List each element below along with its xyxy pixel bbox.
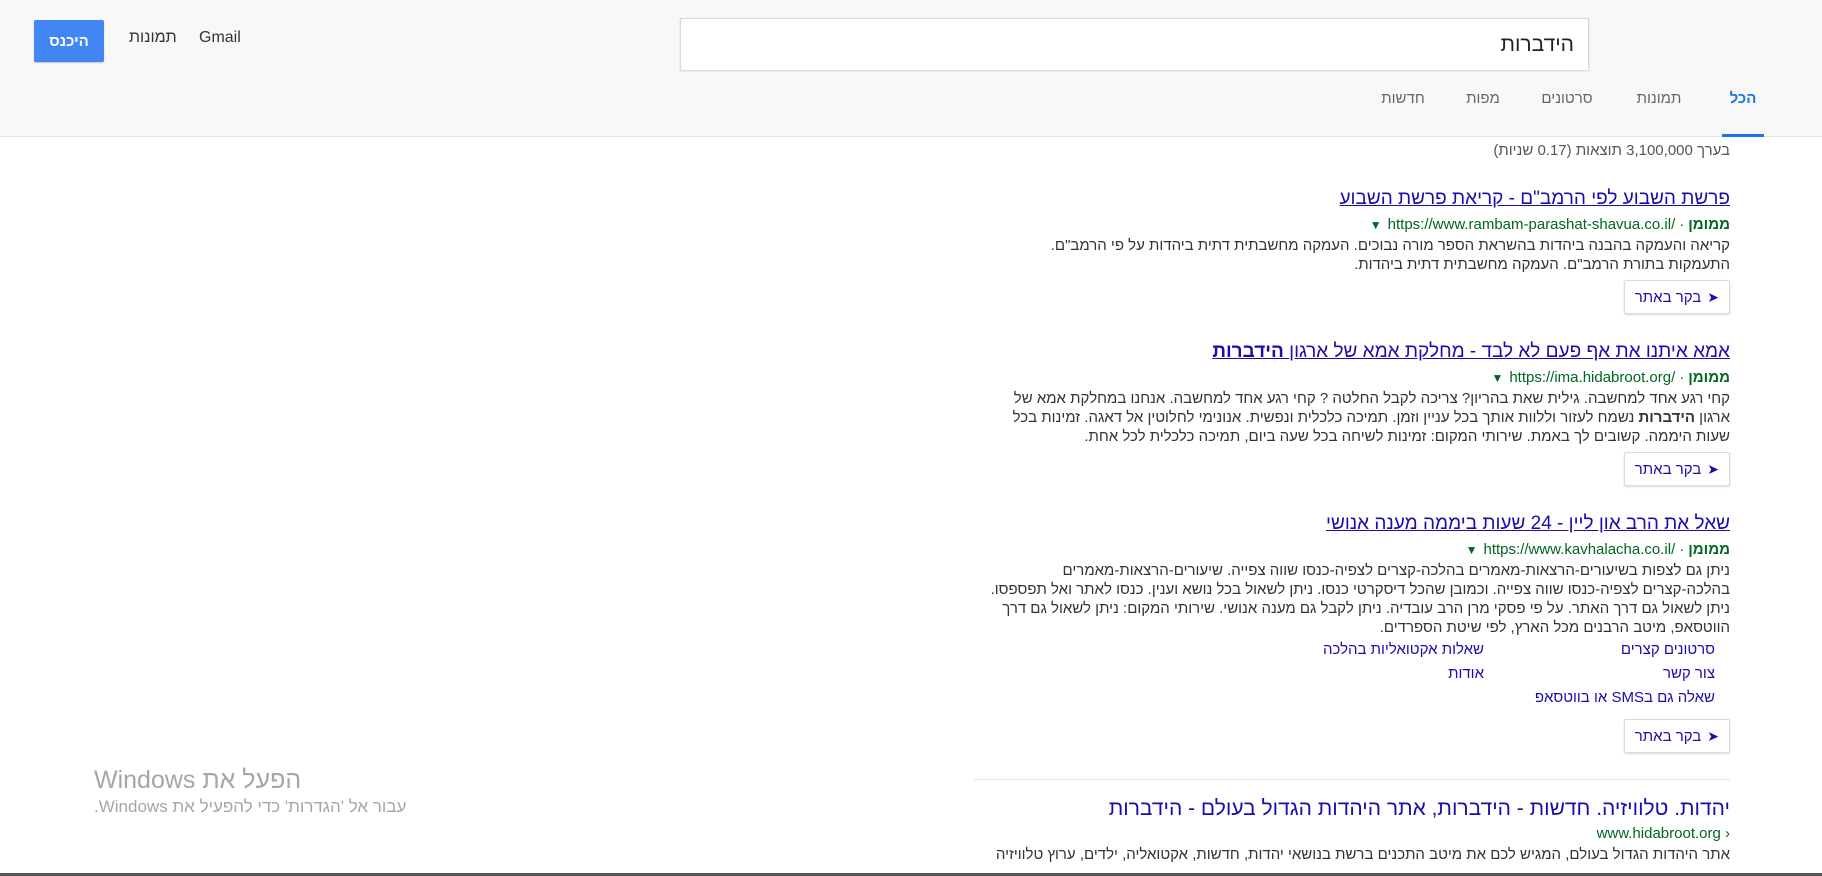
tab-maps[interactable]: מפות (1466, 74, 1500, 134)
result-title-link[interactable]: אמא איתנו את אף פעם לא לבד - מחלקת אמא ש… (970, 341, 1730, 363)
images-link[interactable]: תמונות (129, 29, 177, 47)
tab-all[interactable]: הכל (1722, 74, 1764, 137)
result-stats: בערך 3,100,000 תוצאות (0.17 שניות) (1493, 142, 1730, 159)
arrow-icon: ➤ (1707, 727, 1719, 744)
result-url-line: ממומן·https://ima.hidabroot.org/▼ (970, 369, 1730, 386)
result-title-link[interactable]: פרשת השבוע לפי הרמב"ם - קריאת פרשת השבוע (970, 188, 1730, 210)
visit-site-label: בקר באתר (1634, 727, 1702, 745)
watermark-subtitle: עבור אל 'הגדרות' כדי להפעיל את Windows. (94, 797, 407, 816)
sitelink[interactable]: אודות (1448, 665, 1484, 682)
header-bar: היכנס תמונות Gmail הכל תמונות סרטונים מפ… (0, 0, 1822, 137)
visit-site-label: בקר באתר (1634, 288, 1702, 306)
result-title-link[interactable]: שאל את הרב און ליין - 24 שעות ביממה מענה… (970, 513, 1730, 535)
result-url-text: www.hidabroot.org › (1596, 825, 1730, 842)
result-url: https://www.kavhalacha.co.il/ (1483, 541, 1676, 558)
result-snippet: אתר היהדות הגדול בעולם, המגיש לכם את מיט… (995, 846, 1730, 863)
sitelink[interactable]: סרטונים קצרים (1621, 641, 1715, 658)
snippet-line: התעמקות בתורת הרמב"ם. העמקה מחשבתית דתית… (1354, 256, 1730, 273)
visit-site-button[interactable]: ➤ בקר באתר (1623, 280, 1730, 314)
result-url-line: ממומן·https://www.kavhalacha.co.il/▼ (970, 541, 1730, 558)
snippet-line: ניתן לשאול גם דרך האתר. על פי פסקי מרן ה… (1002, 600, 1730, 617)
tab-images[interactable]: תמונות (1636, 74, 1682, 134)
organic-result: יהדות. טלוויזיה. חדשות - הידברות, אתר הי… (970, 797, 1730, 864)
ad-label: ממומן (1688, 369, 1730, 386)
ad-label: ממומן (1688, 216, 1730, 233)
snippet-text: ארגון (1695, 409, 1730, 426)
result-url: https://www.rambam-parashat-shavua.co.il… (1387, 216, 1676, 233)
result-snippet: קחי רגע אחד למחשבה. גילית שאת בהריון? צר… (970, 389, 1730, 446)
dropdown-caret-icon[interactable]: ▼ (1466, 543, 1484, 557)
result-url: https://ima.hidabroot.org/ (1509, 369, 1676, 386)
dropdown-caret-icon[interactable]: ▼ (1491, 371, 1509, 385)
divider (974, 779, 1730, 780)
arrow-icon: ➤ (1707, 460, 1719, 477)
ad-result: שאל את הרב און ליין - 24 שעות ביממה מענה… (970, 513, 1730, 753)
snippet-line: קחי רגע אחד למחשבה. גילית שאת בהריון? צר… (1013, 390, 1730, 407)
ad-label: ממומן (1688, 541, 1730, 558)
snippet-line: קריאה והעמקה בהבנה ביהדות בהשראת הספר מו… (1050, 237, 1730, 254)
separator-dot: · (1679, 541, 1685, 558)
snippet-bold-text: הידברות (1638, 409, 1695, 426)
sitelink[interactable]: שאלה גם בSMS או בווטסאפ (1535, 689, 1715, 706)
sitelink[interactable]: צור קשר (1663, 665, 1715, 682)
result-snippet: קריאה והעמקה בהבנה ביהדות בהשראת הספר מו… (970, 236, 1730, 274)
ad-result: פרשת השבוע לפי הרמב"ם - קריאת פרשת השבוע… (970, 188, 1730, 314)
windows-activation-watermark: הפעל את Windows עבור אל 'הגדרות' כדי להפ… (94, 766, 406, 817)
snippet-line: ניתן גם לצפות בשיעורים-הרצאות-מאמרים בהל… (1062, 562, 1730, 579)
sitelinks: סרטונים קצרים שאלות אקטואליות בהלכה צור … (970, 641, 1730, 713)
result-snippet: ניתן גם לצפות בשיעורים-הרצאות-מאמרים בהל… (970, 561, 1730, 637)
visit-site-button[interactable]: ➤ בקר באתר (1623, 452, 1730, 486)
title-bold-text: הידברות (1212, 341, 1284, 362)
gmail-link[interactable]: Gmail (199, 29, 241, 47)
title-text: אמא איתנו את אף פעם לא לבד - מחלקת אמא ש… (1283, 341, 1730, 362)
sitelink[interactable]: שאלות אקטואליות בהלכה (1323, 641, 1484, 658)
result-url-line: ממומן·https://www.rambam-parashat-shavua… (970, 216, 1730, 233)
arrow-icon: ➤ (1707, 288, 1719, 305)
signin-button[interactable]: היכנס (34, 20, 104, 62)
watermark-title: הפעל את Windows (94, 766, 302, 794)
dropdown-caret-icon[interactable]: ▼ (1370, 218, 1388, 232)
search-input[interactable] (712, 29, 1576, 61)
snippet-line: שעות היממה. קשובים לך באמת. שירותי המקום… (1084, 428, 1730, 445)
snippet-line: בהלכה-קצרים לצפיה-כנסו שווה צפייה. וכמוב… (990, 581, 1730, 598)
ad-result: אמא איתנו את אף פעם לא לבד - מחלקת אמא ש… (970, 341, 1730, 486)
separator-dot: · (1679, 216, 1685, 233)
result-url: www.hidabroot.org › (970, 825, 1730, 842)
separator-dot: · (1679, 369, 1685, 386)
tab-news[interactable]: חדשות (1380, 74, 1426, 134)
snippet-line: ארגון הידברות נשמח לעזור וללוות אותך בכל… (970, 408, 1730, 427)
visit-site-label: בקר באתר (1634, 460, 1702, 478)
snippet-line: הווטסאפ, מיטב הרבנים מכל הארץ, לפי שיטת … (1379, 619, 1730, 636)
snippet-text: נשמח לעזור וללוות אותך בכל עניין וזמן. ת… (1012, 409, 1639, 426)
visit-site-button[interactable]: ➤ בקר באתר (1623, 719, 1730, 753)
tab-videos[interactable]: סרטונים (1541, 74, 1593, 134)
result-title-link[interactable]: יהדות. טלוויזיה. חדשות - הידברות, אתר הי… (970, 797, 1730, 821)
search-box[interactable] (680, 18, 1589, 70)
